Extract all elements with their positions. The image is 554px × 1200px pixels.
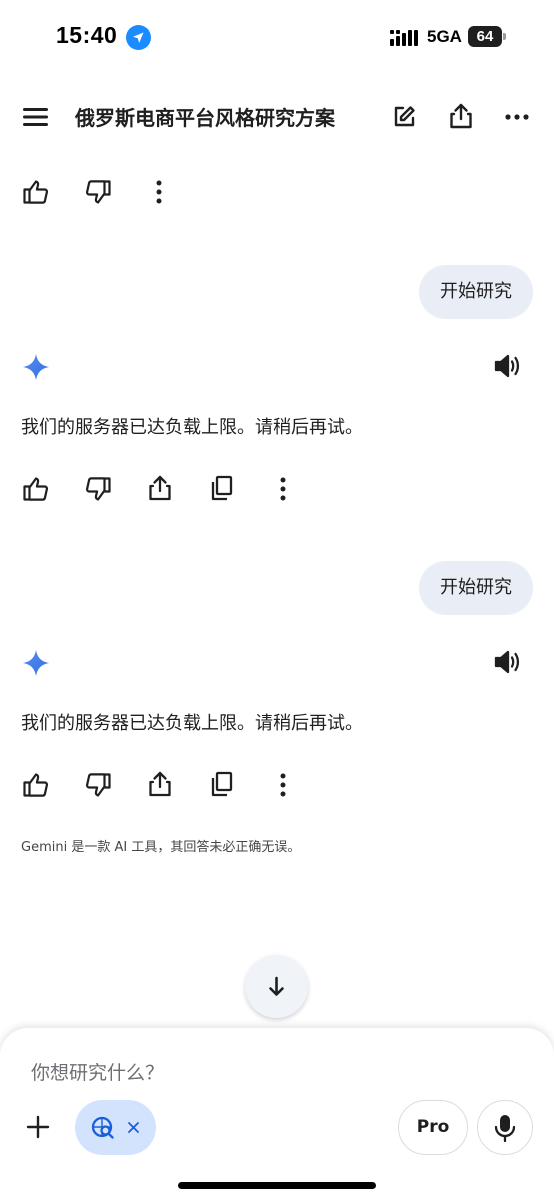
scroll-to-bottom-button[interactable] (245, 955, 308, 1018)
add-icon[interactable] (26, 1115, 50, 1139)
arrow-down-icon (269, 976, 284, 996)
share-icon[interactable] (448, 102, 474, 130)
speaker-icon[interactable] (493, 352, 521, 380)
gemini-sparkle-icon (22, 649, 50, 677)
disclaimer-text: Gemini 是一款 AI 工具，其回答未必正确无误。 (21, 840, 301, 855)
copy-icon[interactable] (209, 474, 235, 502)
microphone-icon (494, 1114, 516, 1142)
copy-icon[interactable] (209, 770, 235, 798)
deep-research-icon (90, 1115, 116, 1141)
thumbs-up-icon[interactable] (22, 771, 50, 799)
thumbs-up-icon[interactable] (22, 178, 50, 206)
model-pro-button[interactable]: Pro (398, 1100, 468, 1155)
status-time: 15:40 (56, 22, 118, 48)
model-reply-text: 我们的服务器已达负载上限。请稍后再试。 (21, 417, 363, 438)
microphone-button[interactable] (477, 1100, 533, 1155)
deep-research-chip[interactable] (75, 1100, 156, 1155)
share-icon[interactable] (147, 474, 173, 502)
more-vert-icon[interactable] (279, 773, 287, 797)
thumbs-down-icon[interactable] (84, 475, 112, 503)
location-icon (126, 25, 151, 50)
share-icon[interactable] (147, 770, 173, 798)
battery-indicator: 64 (468, 26, 502, 47)
close-icon[interactable] (127, 1121, 140, 1134)
thumbs-up-icon[interactable] (22, 475, 50, 503)
more-vert-icon[interactable] (155, 180, 163, 204)
speaker-icon[interactable] (493, 648, 521, 676)
page-title: 俄罗斯电商平台风格研究方案 (75, 106, 335, 130)
edit-icon[interactable] (391, 104, 417, 130)
more-vert-icon[interactable] (279, 477, 287, 501)
menu-icon[interactable] (22, 106, 50, 128)
more-icon[interactable] (505, 113, 529, 121)
network-type: 5GA (427, 27, 462, 46)
gemini-sparkle-icon (22, 353, 50, 381)
user-message-bubble: 开始研究 (419, 265, 533, 319)
thumbs-down-icon[interactable] (84, 771, 112, 799)
home-indicator (178, 1182, 376, 1189)
prompt-input[interactable]: 你想研究什么？ (31, 1058, 164, 1085)
user-message-bubble: 开始研究 (419, 561, 533, 615)
model-reply-text: 我们的服务器已达负载上限。请稍后再试。 (21, 713, 363, 734)
signal-icon (390, 30, 420, 46)
thumbs-down-icon[interactable] (84, 178, 112, 206)
battery-cap (503, 33, 506, 40)
